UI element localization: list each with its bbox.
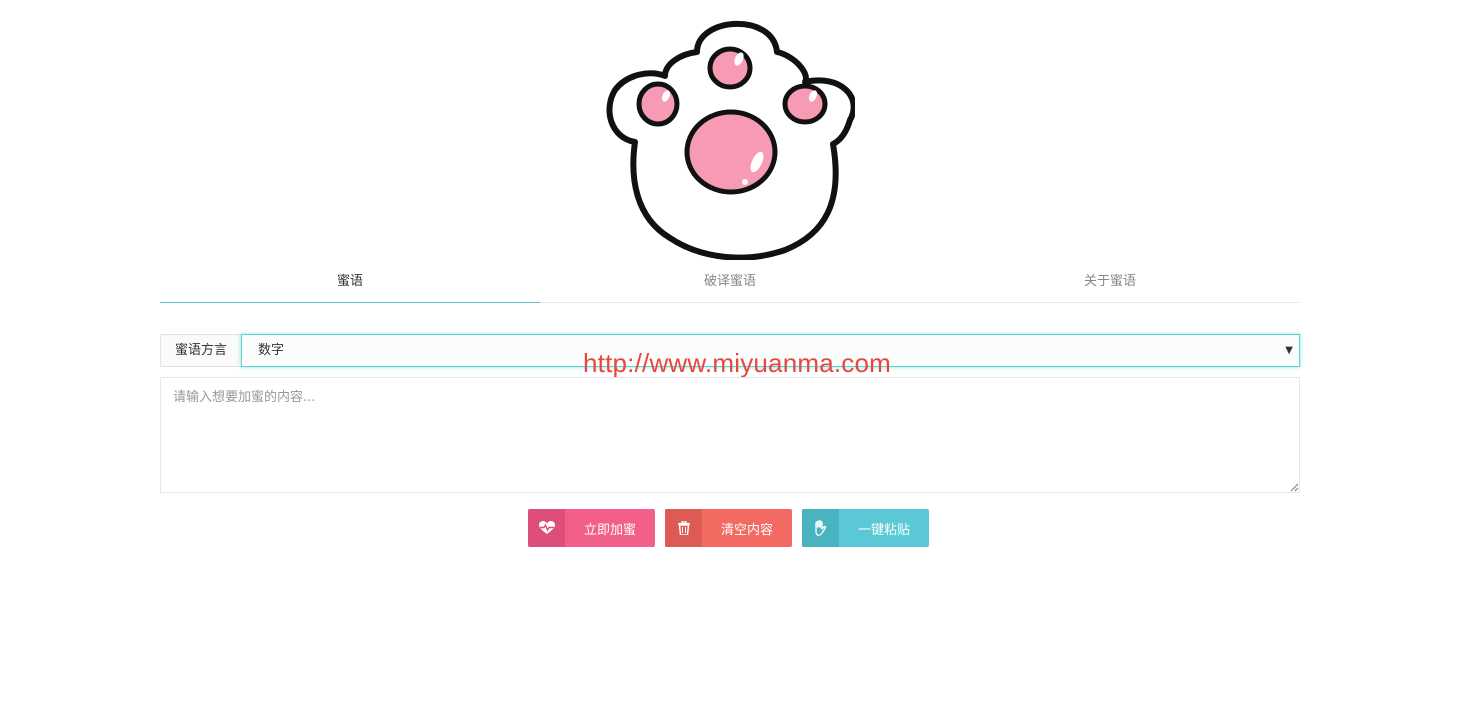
clear-button[interactable]: 清空内容 xyxy=(665,509,792,547)
heartbeat-icon xyxy=(528,509,565,547)
tab-decrypt[interactable]: 破译蜜语 xyxy=(540,262,920,302)
dialect-selected-value: 数字 xyxy=(258,343,285,358)
page: 蜜语 破译蜜语 关于蜜语 蜜语方言 数字 ▼ http://www.miyuan… xyxy=(0,0,1480,725)
cat-paw-logo xyxy=(606,20,855,260)
resize-grip-icon[interactable] xyxy=(1289,482,1299,492)
clear-button-label: 清空内容 xyxy=(720,522,773,538)
tab-miyu[interactable]: 蜜语 xyxy=(160,262,540,303)
action-buttons: 立即加蜜 清空内容 一键粘贴 xyxy=(528,509,929,547)
chevron-down-icon: ▼ xyxy=(1285,345,1293,356)
trash-icon xyxy=(665,509,702,547)
tab-bar: 蜜语 破译蜜语 关于蜜语 xyxy=(160,262,1300,303)
watermark-text: http://www.miyuanma.com xyxy=(583,348,892,378)
encrypt-button-label: 立即加蜜 xyxy=(583,522,636,538)
encrypt-button[interactable]: 立即加蜜 xyxy=(528,509,655,547)
paste-button[interactable]: 一键粘贴 xyxy=(802,509,929,547)
content-input[interactable] xyxy=(160,377,1300,493)
hand-icon xyxy=(802,509,839,547)
paste-button-label: 一键粘贴 xyxy=(857,522,910,538)
tab-about[interactable]: 关于蜜语 xyxy=(920,262,1300,302)
dialect-label: 蜜语方言 xyxy=(160,334,241,367)
